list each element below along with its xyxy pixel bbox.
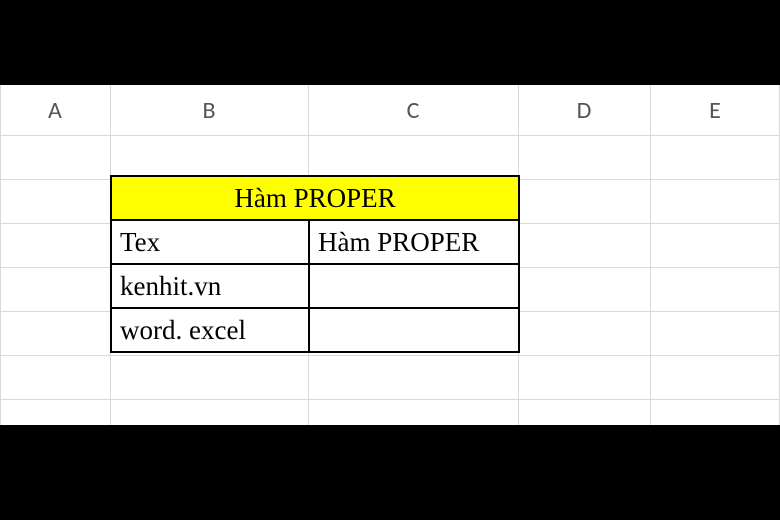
gridline-horizontal (0, 135, 780, 136)
column-header-A[interactable]: A (0, 85, 110, 135)
column-header-D[interactable]: D (518, 85, 650, 135)
cell-data-text[interactable]: kenhit.vn (111, 264, 309, 308)
cell-header-right[interactable]: Hàm PROPER (309, 220, 519, 264)
gridline-horizontal (0, 399, 780, 400)
spreadsheet-area: A B C D E Hàm PROPER Tex Hàm PROPER kenh… (0, 85, 780, 425)
gridline-vertical (0, 85, 1, 425)
cell-data-text[interactable]: word. excel (111, 308, 309, 352)
column-header-B[interactable]: B (110, 85, 308, 135)
cell-title-merged[interactable]: Hàm PROPER (111, 176, 519, 220)
gridline-horizontal (0, 355, 780, 356)
grid[interactable]: A B C D E Hàm PROPER Tex Hàm PROPER kenh… (0, 85, 780, 425)
cell-data-result[interactable] (309, 264, 519, 308)
data-table: Hàm PROPER Tex Hàm PROPER kenhit.vn word… (110, 175, 520, 353)
column-header-E[interactable]: E (650, 85, 780, 135)
gridline-vertical (650, 85, 651, 425)
cell-header-left[interactable]: Tex (111, 220, 309, 264)
column-header-C[interactable]: C (308, 85, 518, 135)
cell-data-result[interactable] (309, 308, 519, 352)
